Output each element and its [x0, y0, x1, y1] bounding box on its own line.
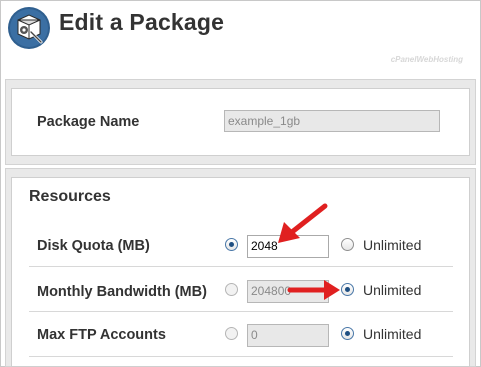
row-divider: [29, 356, 453, 357]
package-name-label: Package Name: [37, 114, 140, 130]
disk-quota-value-radio[interactable]: [225, 238, 238, 251]
page-title: Edit a Package: [59, 9, 225, 35]
package-name-field[interactable]: example_1gb: [224, 110, 440, 132]
page-header: Edit a Package cPanelWebHosting: [0, 0, 481, 78]
max-ftp-unlimited-label[interactable]: Unlimited: [363, 326, 421, 342]
monthly-bandwidth-label: Monthly Bandwidth (MB): [37, 284, 207, 300]
max-ftp-unlimited-radio[interactable]: [341, 327, 354, 340]
monthly-bandwidth-value-radio[interactable]: [225, 283, 238, 296]
disk-quota-unlimited-label[interactable]: Unlimited: [363, 237, 421, 253]
watermark: cPanelWebHosting: [390, 55, 463, 64]
row-divider: [29, 311, 453, 312]
disk-quota-unlimited-radio[interactable]: [341, 238, 354, 251]
resources-heading: Resources: [29, 188, 111, 205]
max-ftp-accounts-label: Max FTP Accounts: [37, 327, 166, 343]
monthly-bandwidth-unlimited-label[interactable]: Unlimited: [363, 282, 421, 298]
annotation-arrow-disk-quota: [278, 203, 328, 243]
max-ftp-value-radio[interactable]: [225, 327, 238, 340]
max-ftp-input[interactable]: 0: [247, 324, 329, 347]
disk-quota-label: Disk Quota (MB): [37, 238, 150, 254]
row-divider: [29, 266, 453, 267]
package-settings-icon: [8, 7, 50, 49]
annotation-arrow-bandwidth: [287, 280, 340, 300]
